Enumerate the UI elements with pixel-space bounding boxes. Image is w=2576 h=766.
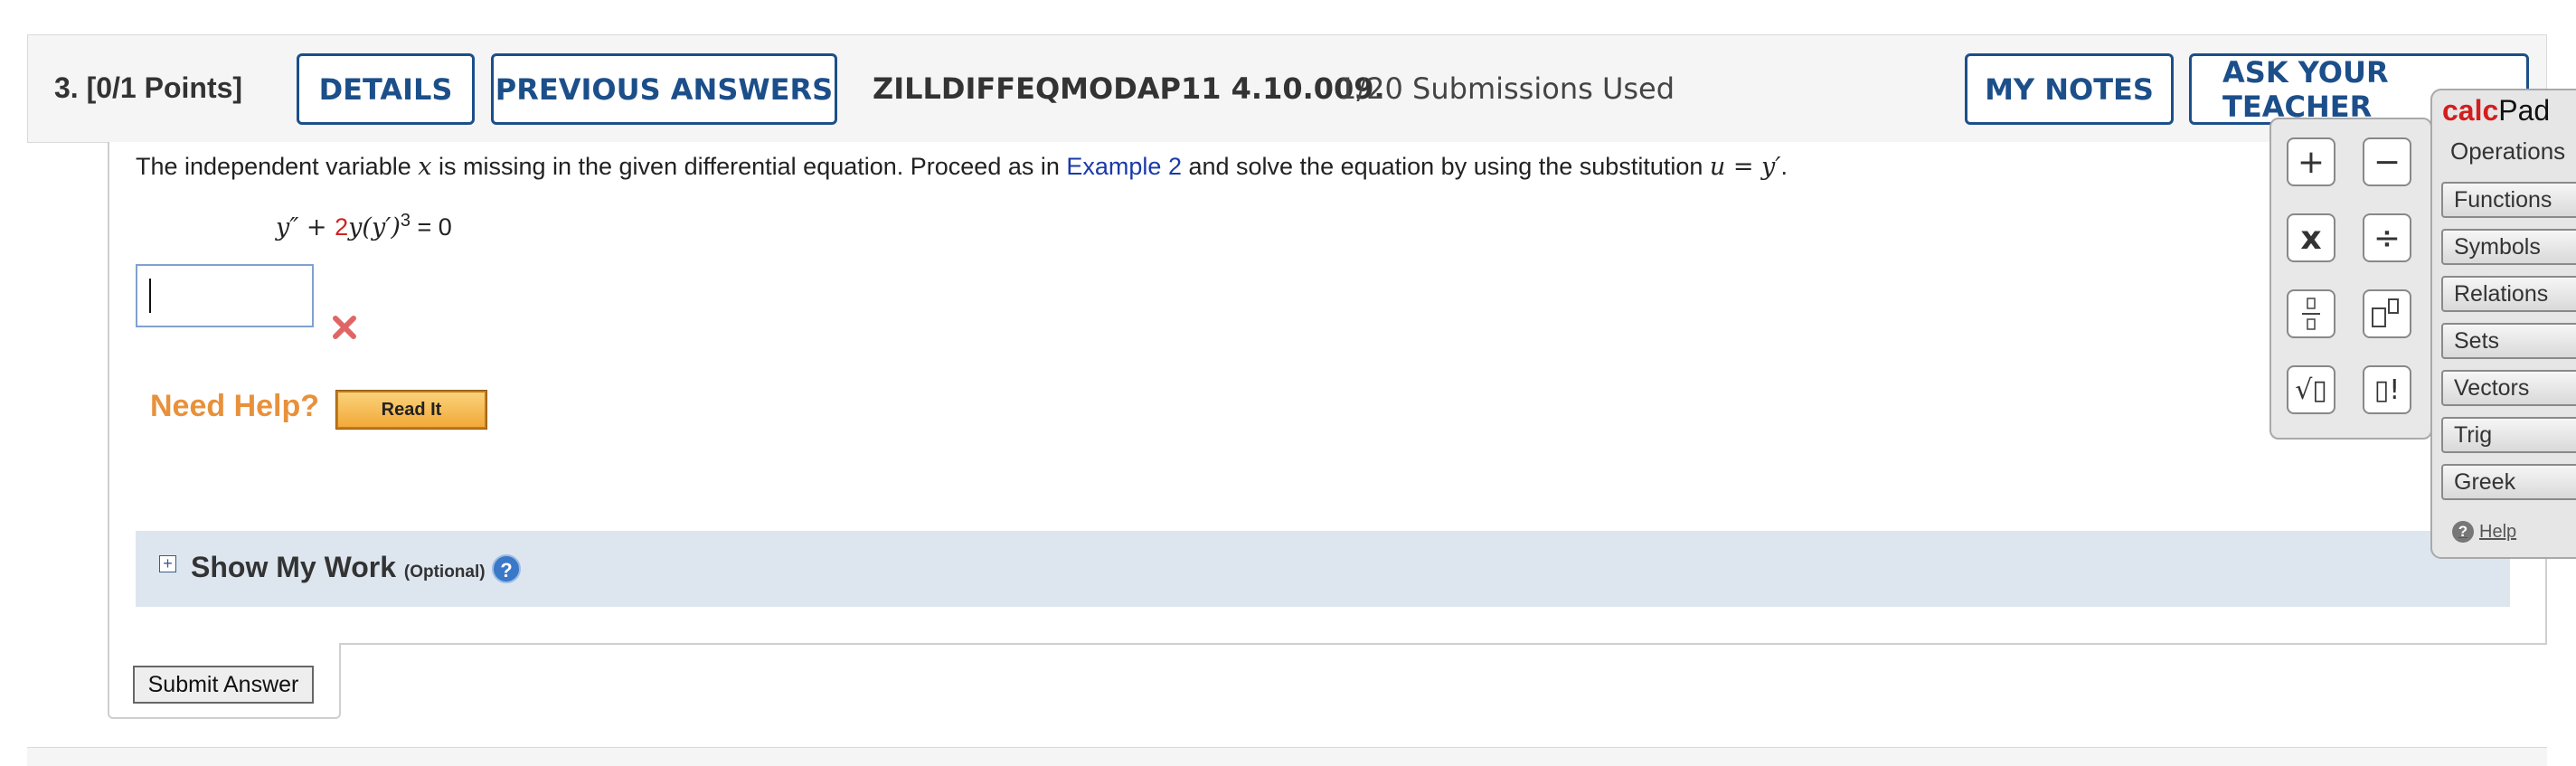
my-notes-button[interactable]: MY NOTES [1965, 53, 2174, 125]
details-button[interactable]: DETAILS [297, 53, 475, 125]
read-it-button[interactable]: Read It [335, 390, 487, 430]
show-my-work-title[interactable]: Show My Work (Optional) [191, 551, 486, 584]
equation-exponent: 3 [400, 211, 411, 231]
points-label: [0/1 Points] [86, 71, 243, 104]
prompt-text: is missing in the given differential equ… [431, 153, 1067, 180]
wrong-x-icon [333, 316, 356, 339]
tab-trig[interactable]: Trig [2441, 417, 2576, 453]
equation-part: = 0 [410, 213, 452, 241]
equation-part: y(y′) [348, 213, 401, 241]
calcpad-brand: calc [2442, 94, 2499, 127]
show-my-work-label: Show My Work [191, 551, 396, 583]
calcpad-title: calcPad [2442, 94, 2550, 128]
minus-key[interactable]: − [2363, 137, 2411, 186]
optional-label: (Optional) [403, 563, 486, 582]
answer-input[interactable] [136, 264, 314, 327]
calcpad-name: Pad [2498, 94, 2551, 127]
fraction-key[interactable] [2287, 289, 2335, 338]
submit-answer-button[interactable]: Submit Answer [133, 666, 314, 704]
multiply-key[interactable]: x [2287, 213, 2335, 262]
tab-greek[interactable]: Greek [2441, 464, 2576, 500]
show-my-work-panel[interactable]: + Show My Work (Optional) ? [136, 531, 2510, 607]
tab-functions[interactable]: Functions [2441, 182, 2576, 218]
power-key[interactable] [2363, 289, 2411, 338]
question-help-icon[interactable]: ? [492, 554, 521, 583]
text-caret [149, 279, 151, 313]
prompt-text: and solve the equation by using the subs… [1181, 153, 1710, 180]
example-link[interactable]: Example 2 [1066, 153, 1182, 180]
need-help-label: Need Help? [150, 389, 320, 423]
calcpad-help-link[interactable]: ? Help [2452, 521, 2516, 543]
tab-vectors[interactable]: Vectors [2441, 370, 2576, 406]
calcpad-keypad: + − x ÷ √▯ ▯! [2269, 118, 2432, 440]
divide-key[interactable]: ÷ [2363, 213, 2411, 262]
tab-sets[interactable]: Sets [2441, 323, 2576, 359]
tab-relations[interactable]: Relations [2441, 276, 2576, 312]
tab-operations[interactable]: Operations [2450, 137, 2565, 165]
fraction-icon [2302, 298, 2320, 330]
prompt-text: The independent variable [136, 153, 419, 180]
expand-plus-icon[interactable]: + [159, 555, 176, 572]
question-number: 3. [0/1 Points] [54, 71, 242, 105]
help-icon: ? [2452, 521, 2474, 543]
prompt-text: . [1780, 153, 1788, 180]
tab-symbols[interactable]: Symbols [2441, 229, 2576, 265]
question-number-label: 3. [54, 71, 79, 104]
calcpad-help-label[interactable]: Help [2479, 522, 2516, 543]
prompt-substitution: u = y′ [1709, 153, 1781, 181]
factorial-key[interactable]: ▯! [2363, 365, 2411, 414]
equation-part: y″ + [276, 213, 335, 241]
sqrt-key[interactable]: √▯ [2287, 365, 2335, 414]
prompt-variable: x [418, 153, 432, 181]
previous-answers-button[interactable]: PREVIOUS ANSWERS [491, 53, 837, 125]
submissions-count: 1/20 Submissions Used [1338, 71, 1675, 106]
power-icon [2372, 298, 2399, 327]
plus-key[interactable]: + [2287, 137, 2335, 186]
question-prompt: The independent variable x is missing in… [136, 153, 1788, 181]
assignment-id: ZILLDIFFEQMODAP11 4.10.009. [873, 71, 1385, 106]
differential-equation: y″ + 2y(y′)3 = 0 [276, 211, 452, 241]
equation-coefficient: 2 [335, 213, 349, 241]
